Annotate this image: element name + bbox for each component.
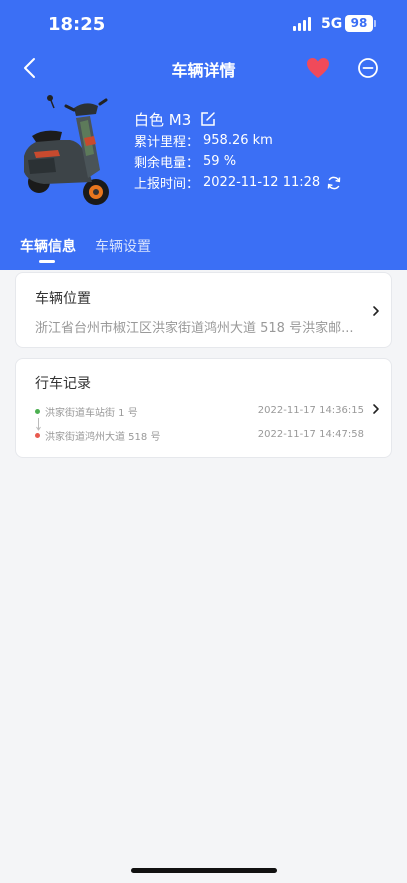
remove-icon[interactable] xyxy=(354,54,382,82)
status-bar: 18:25 5G 98 xyxy=(0,0,407,48)
vehicle-name: 白色 M3 xyxy=(134,110,192,129)
status-time: 18:25 xyxy=(48,14,106,35)
trip-end-place: 洪家街道鸿州大道 518 号 xyxy=(45,432,161,443)
favorite-heart-icon[interactable] xyxy=(304,54,332,82)
edit-icon[interactable] xyxy=(199,110,217,128)
home-indicator[interactable] xyxy=(131,868,277,873)
chevron-right-icon xyxy=(373,404,379,414)
trip-start: 洪家街道车站街 1 号 xyxy=(35,404,138,419)
trip-start-place: 洪家街道车站街 1 号 xyxy=(45,408,138,419)
signal-icon xyxy=(293,17,315,31)
mileage-label: 累计里程： xyxy=(134,135,200,150)
network-type: 5G xyxy=(321,16,343,32)
battery-label: 剩余电量： xyxy=(134,156,200,171)
trip-record-card[interactable]: 行车记录 洪家街道车站街 1 号 2022-11-17 14:36:15 洪家街… xyxy=(15,358,392,458)
chevron-right-icon xyxy=(373,306,379,316)
trips-title: 行车记录 xyxy=(35,376,91,392)
trip-end-time: 2022-11-17 14:47:58 xyxy=(257,429,364,440)
vehicle-header: 18:25 5G 98 车辆详情 白色 M3 累计里程： 958.26 km 剩… xyxy=(0,0,407,270)
battery-value: 59 % xyxy=(203,154,237,169)
vehicle-location-card[interactable]: 车辆位置 浙江省台州市椒江区洪家街道鸿州大道 518 号洪家邮... xyxy=(15,272,392,348)
tab-indicator xyxy=(39,260,55,263)
battery-indicator: 98 xyxy=(345,15,373,32)
start-dot-icon xyxy=(35,409,40,414)
nav-bar: 车辆详情 xyxy=(0,48,407,88)
page-title: 车辆详情 xyxy=(171,61,236,80)
vehicle-info: 白色 M3 累计里程： 958.26 km 剩余电量： 59 % 上报时间： 2… xyxy=(134,108,342,193)
tab-bar: 车辆信息 车辆设置 xyxy=(0,232,407,270)
trip-end: 洪家街道鸿州大道 518 号 xyxy=(35,428,160,443)
report-time-value: 2022-11-12 11:28 xyxy=(203,175,321,190)
tab-vehicle-settings[interactable]: 车辆设置 xyxy=(95,236,151,256)
location-title: 车辆位置 xyxy=(35,291,91,307)
location-address: 浙江省台州市椒江区洪家街道鸿州大道 518 号洪家邮... xyxy=(35,321,354,336)
tab-vehicle-info[interactable]: 车辆信息 xyxy=(20,236,76,256)
trip-start-time: 2022-11-17 14:36:15 xyxy=(257,405,364,416)
end-dot-icon xyxy=(35,433,40,438)
battery-tip-icon xyxy=(374,20,376,27)
report-time-label: 上报时间： xyxy=(134,177,200,192)
mileage-value: 958.26 km xyxy=(203,133,273,148)
refresh-icon[interactable] xyxy=(326,175,342,191)
scooter-image xyxy=(24,95,109,205)
